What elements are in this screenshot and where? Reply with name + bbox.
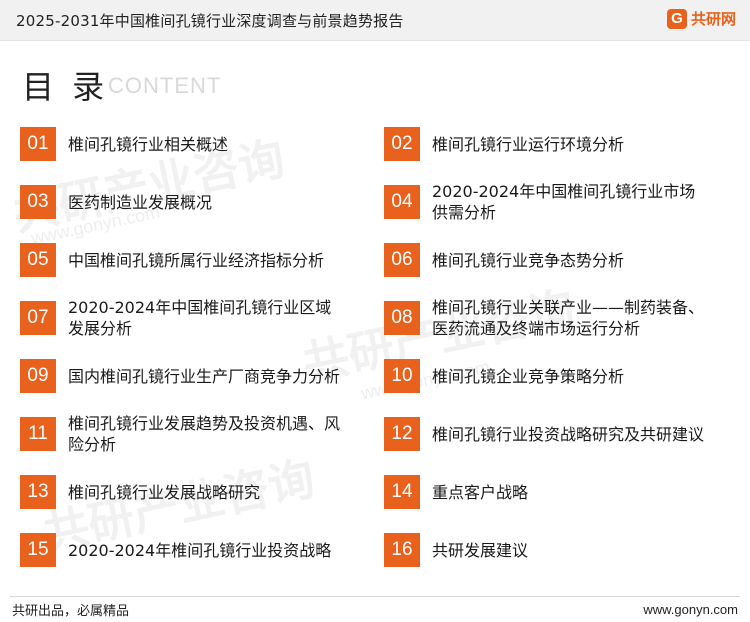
header-bar: 2025-2031年中国椎间孔镜行业深度调查与前景趋势报告 G 共研网 xyxy=(0,0,750,41)
footer-url: www.gonyn.com xyxy=(643,602,738,617)
toc-number: 11 xyxy=(20,417,56,451)
toc-number: 07 xyxy=(20,301,56,335)
toc-number: 13 xyxy=(20,475,56,509)
toc-number: 04 xyxy=(384,185,420,219)
toc-title: 椎间孔镜行业运行环境分析 xyxy=(432,134,625,154)
toc-number: 03 xyxy=(20,185,56,219)
toc-number: 01 xyxy=(20,127,56,161)
toc-title: 2020-2024年中国椎间孔镜行业区域发展分析 xyxy=(68,298,332,338)
footer-divider xyxy=(10,596,740,597)
toc-title: 椎间孔镜企业竞争策略分析 xyxy=(432,366,625,386)
toc-title: 椎间孔镜行业相关概述 xyxy=(68,134,229,154)
toc-number: 05 xyxy=(20,243,56,277)
toc-number: 14 xyxy=(384,475,420,509)
toc-number: 02 xyxy=(384,127,420,161)
toc-heading: 目 录 xyxy=(22,68,109,106)
toc-title: 椎间孔镜行业发展趋势及投资机遇、风险分析 xyxy=(68,414,341,454)
brand-logo: G 共研网 xyxy=(666,8,736,29)
toc-number: 09 xyxy=(20,359,56,393)
toc-title: 椎间孔镜行业竞争态势分析 xyxy=(432,250,625,270)
toc-title: 共研发展建议 xyxy=(432,540,529,560)
toc-number: 08 xyxy=(384,301,420,335)
toc-title: 2020-2024年中国椎间孔镜行业市场供需分析 xyxy=(432,182,696,222)
brand-icon: G xyxy=(666,8,687,29)
toc-title: 椎间孔镜行业投资战略研究及共研建议 xyxy=(432,424,705,444)
toc-heading-en: CONTENT xyxy=(108,73,222,98)
toc-title: 2020-2024年椎间孔镜行业投资战略 xyxy=(68,540,332,560)
brand-name: 共研网 xyxy=(690,10,736,28)
report-title: 2025-2031年中国椎间孔镜行业深度调查与前景趋势报告 xyxy=(16,12,404,30)
toc-title: 重点客户战略 xyxy=(432,482,529,502)
toc-number: 12 xyxy=(384,417,420,451)
toc-number: 10 xyxy=(384,359,420,393)
toc-number: 15 xyxy=(20,533,56,567)
toc-title: 椎间孔镜行业关联产业——制药装备、医药流通及终端市场运行分析 xyxy=(432,298,705,338)
footer-slogan: 共研出品，必属精品 xyxy=(12,604,130,619)
toc-title: 国内椎间孔镜行业生产厂商竞争力分析 xyxy=(68,366,341,386)
toc-title: 医药制造业发展概况 xyxy=(68,192,213,212)
toc-title: 中国椎间孔镜所属行业经济指标分析 xyxy=(68,250,325,270)
toc-number: 06 xyxy=(384,243,420,277)
toc-number: 16 xyxy=(384,533,420,567)
toc-title: 椎间孔镜行业发展战略研究 xyxy=(68,482,261,502)
